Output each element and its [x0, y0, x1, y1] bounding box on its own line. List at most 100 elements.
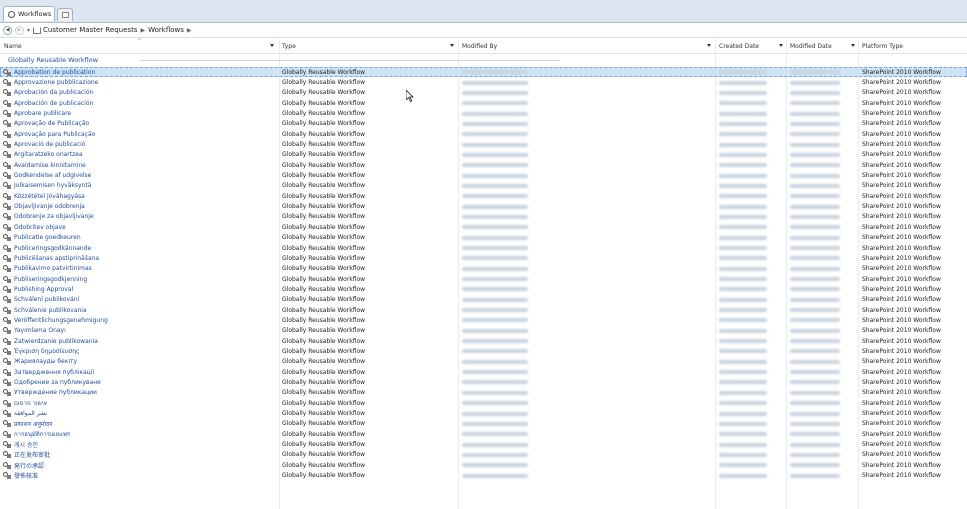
workflow-name-cell[interactable]: Aprobación de publicación: [3, 99, 273, 107]
workflow-name-cell[interactable]: Odobrenje za objavljivanje: [3, 213, 273, 221]
workflow-name[interactable]: Közzététel jóváhagyása: [14, 193, 85, 200]
workflow-name-cell[interactable]: Zatwierdzanie publikowania: [3, 337, 273, 345]
workflow-name-cell[interactable]: Avaldamise kinnitamine: [3, 161, 273, 169]
table-row[interactable]: Julkaisemisen hyväksyntä Globally Reusabl…: [0, 181, 967, 191]
workflow-name[interactable]: Approbation de publication: [14, 69, 95, 76]
workflow-name-cell[interactable]: Publicatie goedkeuren: [3, 234, 273, 242]
table-row[interactable]: Aprovació de publicació Globally Reusable…: [0, 139, 967, 149]
table-row[interactable]: Veröffentlichungsgenehmigung Globally Reu…: [0, 315, 967, 325]
workflow-name-cell[interactable]: Aprobare publicare: [3, 110, 273, 118]
table-row[interactable]: Schválení publikování Globally Reusable W…: [0, 295, 967, 305]
workflow-name[interactable]: Жариялауды бекіту: [14, 358, 77, 365]
workflow-name[interactable]: 発行の承認: [14, 461, 44, 470]
workflow-name-cell[interactable]: Aprovação de Publicação: [3, 120, 273, 128]
workflow-name[interactable]: Schválení publikování: [14, 296, 79, 303]
table-row[interactable]: Publicatie goedkeuren Globally Reusable W…: [0, 233, 967, 243]
workflow-name[interactable]: Publiseringsgodkjenning: [14, 276, 87, 283]
workflow-name[interactable]: Aprovació de publicació: [14, 141, 85, 148]
workflow-name-cell[interactable]: 게시 승인: [3, 440, 273, 449]
table-row[interactable]: Publiseringsgodkjenning Globally Reusable…: [0, 274, 967, 284]
workflow-name[interactable]: Veröffentlichungsgenehmigung: [14, 317, 108, 324]
breadcrumb-item-site[interactable]: Customer Master Requests: [43, 26, 137, 34]
workflow-name[interactable]: Έγκριση δημοσίευσης: [14, 348, 80, 355]
table-row[interactable]: Aprobare publicare Globally Reusable Work…: [0, 108, 967, 118]
table-row[interactable]: Утверждение публикации Globally Reusable …: [0, 388, 967, 398]
table-row[interactable]: Schválenie publikovania Globally Reusable…: [0, 305, 967, 315]
workflow-name[interactable]: Publikavimo patvirtinimas: [14, 265, 92, 272]
workflow-name[interactable]: Утверждение публикации: [14, 389, 97, 396]
breadcrumb-item-workflows[interactable]: Workflows: [148, 26, 184, 34]
workflow-name[interactable]: Затвердження публікації: [14, 369, 94, 376]
table-row[interactable]: Avaldamise kinnitamine Globally Reusable …: [0, 160, 967, 170]
workflow-name-cell[interactable]: Publiseringsgodkjenning: [3, 275, 273, 283]
workflow-name[interactable]: Aprobare publicare: [14, 110, 71, 117]
table-row[interactable]: Odobritev objave Globally Reusable Workfl…: [0, 222, 967, 232]
workflow-name-cell[interactable]: Publikavimo patvirtinimas: [3, 265, 273, 273]
workflow-name-cell[interactable]: Approvazione pubblicazione: [3, 79, 273, 87]
workflow-name[interactable]: نشر الموافقة: [14, 410, 47, 417]
workflow-name-cell[interactable]: Aprovação para Publicação: [3, 130, 273, 138]
table-row[interactable]: 發佈核准 Globally Reusable Workflow SharePoint…: [0, 470, 967, 480]
table-row[interactable]: Publiceringsgodkännande Globally Reusable…: [0, 243, 967, 253]
workflow-name[interactable]: 發佈核准: [14, 471, 38, 480]
workflow-name[interactable]: Aprobación de publicación: [14, 100, 93, 107]
table-row[interactable]: Aprovação de Publicação Globally Reusable…: [0, 119, 967, 129]
workflow-name-cell[interactable]: Aprobación da publicación: [3, 89, 273, 97]
workflow-name[interactable]: Publishing Approval: [14, 286, 73, 293]
workflow-name-cell[interactable]: 發佈核准: [3, 471, 273, 480]
workflow-name[interactable]: 게시 승인: [14, 440, 38, 449]
column-header-modified-by[interactable]: Modified By: [462, 39, 497, 53]
workflow-name-cell[interactable]: نشر الموافقة: [3, 410, 273, 418]
back-button[interactable]: ◀: [3, 25, 12, 35]
workflow-name-cell[interactable]: Odobritev objave: [3, 223, 273, 231]
workflow-name[interactable]: Objavljivanje odobrenja: [14, 203, 85, 210]
table-row[interactable]: Έγκριση δημοσίευσης Globally Reusable Wor…: [0, 346, 967, 356]
modified-by-filter-icon[interactable]: [707, 44, 711, 47]
table-row[interactable]: Жариялауды бекіту Globally Reusable Workf…: [0, 357, 967, 367]
group-header[interactable]: Globally Reusable Workflow: [8, 55, 98, 65]
workflow-name[interactable]: Argitaratzeko onartzea: [14, 151, 83, 158]
table-row[interactable]: Yayımlama Onayı Globally Reusable Workflo…: [0, 326, 967, 336]
workflow-name-cell[interactable]: Julkaisemisen hyväksyntä: [3, 182, 273, 190]
table-row[interactable]: 発行の承認 Globally Reusable Workflow SharePoin…: [0, 460, 967, 470]
workflow-name[interactable]: Yayımlama Onayı: [14, 327, 66, 334]
table-row[interactable]: نشر الموافقة Globally Reusable Workflow Sh…: [0, 408, 967, 418]
workflow-name[interactable]: Zatwierdzanie publikowania: [14, 338, 98, 345]
workflow-name-cell[interactable]: Publicēšanas apstiprināšana: [3, 254, 273, 262]
workflow-name[interactable]: אישור פרסום: [14, 400, 47, 407]
table-row[interactable]: Approvazione pubblicazione Globally Reusa…: [0, 77, 967, 87]
workflow-name-cell[interactable]: Έγκριση δημοσίευσης: [3, 347, 273, 355]
table-row[interactable]: प्रकाशन अनुमोदन Globally Reusable Workflo…: [0, 419, 967, 429]
table-row[interactable]: Publikavimo patvirtinimas Globally Reusab…: [0, 264, 967, 274]
workflow-name-cell[interactable]: Veröffentlichungsgenehmigung: [3, 316, 273, 324]
workflow-name-cell[interactable]: प्रकाशन अनुमोदन: [3, 420, 273, 428]
workflow-name-cell[interactable]: Argitaratzeko onartzea: [3, 151, 273, 159]
workflow-name-cell[interactable]: Objavljivanje odobrenja: [3, 203, 273, 211]
workflow-name-cell[interactable]: Утверждение публикации: [3, 389, 273, 397]
tab-workflows[interactable]: Workflows: [3, 6, 55, 21]
workflow-name-cell[interactable]: Aprovació de publicació: [3, 141, 273, 149]
workflow-name-cell[interactable]: Yayımlama Onayı: [3, 327, 273, 335]
new-tab-button[interactable]: [57, 8, 73, 21]
workflow-name[interactable]: Publiceringsgodkännande: [14, 245, 91, 252]
type-filter-icon[interactable]: [450, 44, 454, 47]
workflow-name-cell[interactable]: Approbation de publication: [3, 68, 273, 76]
table-row[interactable]: 게시 승인 Globally Reusable Workflow SharePoin…: [0, 439, 967, 449]
workflow-name[interactable]: Odobritev objave: [14, 224, 66, 231]
breadcrumb-separator-icon[interactable]: ▶: [140, 27, 145, 34]
workflow-name[interactable]: 正在发布审批: [14, 450, 50, 459]
column-header-platform-type[interactable]: Platform Type: [862, 39, 903, 53]
table-row[interactable]: 正在发布审批 Globally Reusable Workflow SharePoi…: [0, 450, 967, 460]
workflow-name-cell[interactable]: Schválení publikování: [3, 296, 273, 304]
workflow-name[interactable]: Schválenie publikovania: [14, 307, 87, 314]
table-row[interactable]: Затвердження публікації Globally Reusable…: [0, 367, 967, 377]
table-row[interactable]: การอนุมัติการเผยแพร่ Globally Reusable Wo…: [0, 429, 967, 439]
workflow-name[interactable]: Avaldamise kinnitamine: [14, 162, 86, 169]
table-row[interactable]: Aprobación da publicación Globally Reusab…: [0, 88, 967, 98]
table-row[interactable]: Közzététel jóváhagyása Globally Reusable …: [0, 191, 967, 201]
workflow-name[interactable]: Aprovação para Publicação: [14, 131, 95, 138]
home-icon[interactable]: [33, 26, 42, 34]
table-row[interactable]: אישור פרסום Globally Reusable Workflow Sha…: [0, 398, 967, 408]
workflow-name[interactable]: Aprobación da publicación: [14, 89, 93, 96]
name-filter-icon[interactable]: [270, 44, 274, 47]
